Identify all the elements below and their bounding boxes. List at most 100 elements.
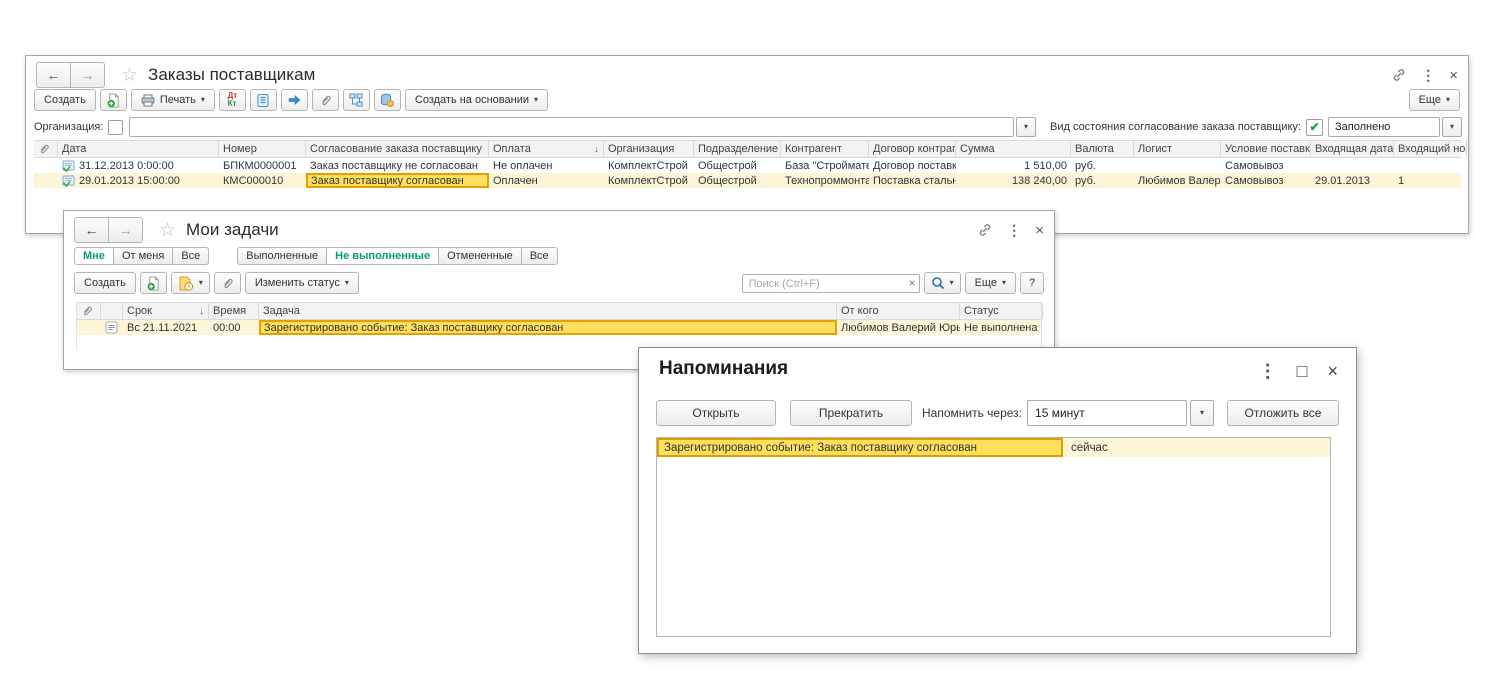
create-button[interactable]: Создать	[74, 272, 136, 294]
division-cell: Общестрой	[694, 173, 781, 188]
copy-button[interactable]	[100, 89, 127, 111]
close-icon[interactable]: ×	[1035, 223, 1044, 238]
column-header-innumber[interactable]: Входящий номер	[1394, 141, 1467, 157]
close-icon[interactable]: ×	[1327, 362, 1338, 380]
close-icon[interactable]: ×	[1449, 68, 1458, 83]
column-header-sum[interactable]: Сумма	[956, 141, 1071, 157]
create-button[interactable]: Создать	[34, 89, 96, 111]
search-input[interactable]	[742, 274, 920, 293]
column-header-due[interactable]: Срок↓	[123, 303, 209, 319]
back-button[interactable]: ←	[74, 217, 109, 243]
back-icon: ←	[85, 222, 99, 238]
open-button[interactable]: Открыть	[656, 400, 776, 426]
more-button[interactable]: Еще ▾	[1409, 89, 1460, 111]
column-header-from[interactable]: От кого	[837, 303, 960, 319]
remind-interval-dropdown-button[interactable]: ▾	[1190, 400, 1214, 426]
dtkt-button[interactable]: ДтКт	[219, 89, 246, 111]
attachment-column-header[interactable]	[77, 303, 101, 319]
approval-state-combo[interactable]: Заполнено	[1328, 117, 1440, 137]
favorite-star-icon[interactable]: ☆	[159, 221, 176, 240]
tab-mine[interactable]: Мне	[74, 247, 114, 265]
date-cell: 31.12.2013 0:00:00	[58, 158, 219, 173]
approval-cell: Заказ поставщику не согласован	[306, 158, 489, 173]
search-box: ×	[742, 274, 920, 293]
forward-icon: →	[81, 67, 95, 83]
help-button[interactable]: ?	[1020, 272, 1044, 294]
paperclip-icon	[38, 143, 50, 155]
favorite-star-icon[interactable]: ☆	[121, 66, 138, 85]
report-list-button[interactable]	[250, 89, 277, 111]
attachments-button[interactable]	[312, 89, 339, 111]
related-documents-button[interactable]	[374, 89, 401, 111]
copy-button[interactable]	[140, 272, 167, 294]
reminder-row[interactable]: Зарегистрировано событие: Заказ поставщи…	[657, 438, 1330, 457]
column-header-status[interactable]: Статус	[960, 303, 1043, 319]
tab-not-completed[interactable]: Не выполненные	[326, 247, 439, 265]
column-header-contractor[interactable]: Контрагент	[781, 141, 869, 157]
table-row-selected[interactable]: 29.01.2013 15:00:00 КМС000010 Заказ пост…	[34, 173, 1461, 188]
column-header-indate[interactable]: Входящая дата	[1311, 141, 1394, 157]
stop-button[interactable]: Прекратить	[790, 400, 912, 426]
link-icon[interactable]	[977, 222, 993, 238]
go-arrow-button[interactable]	[281, 89, 308, 111]
menu-dots-icon[interactable]: ⋮	[1421, 68, 1435, 82]
tab-from-me[interactable]: От меня	[113, 247, 173, 265]
dtkt-icon: ДтКт	[228, 92, 238, 108]
task-row[interactable]: Вс 21.11.2021 00:00 Зарегистрировано соб…	[77, 320, 1041, 335]
clear-search-icon[interactable]: ×	[909, 276, 916, 290]
desktop: ← → ☆ Заказы поставщикам ⋮ × Создать Печ…	[0, 0, 1500, 675]
icon-column-header[interactable]	[101, 303, 123, 319]
tab-all-scope[interactable]: Все	[172, 247, 209, 265]
column-header-approval[interactable]: Согласование заказа поставщику	[306, 141, 489, 157]
back-icon: ←	[47, 67, 61, 83]
more-button[interactable]: Еще ▾	[965, 272, 1016, 294]
forward-button[interactable]: →	[108, 217, 143, 243]
column-header-time[interactable]: Время	[209, 303, 259, 319]
column-header-date[interactable]: Дата	[58, 141, 219, 157]
organization-checkbox[interactable]	[108, 120, 123, 135]
deadline-button[interactable]: ▾	[171, 272, 210, 294]
approval-state-checkbox[interactable]: ✔	[1306, 119, 1323, 136]
column-header-number[interactable]: Номер	[219, 141, 306, 157]
column-header-currency[interactable]: Валюта	[1071, 141, 1134, 157]
tab-all-status[interactable]: Все	[521, 247, 558, 265]
table-row[interactable]: 31.12.2013 0:00:00 БПКМ0000001 Заказ пос…	[34, 158, 1461, 173]
contract-cell: Поставка стальны...	[869, 173, 956, 188]
division-cell: Общестрой	[694, 158, 781, 173]
printer-icon	[141, 94, 155, 107]
approval-state-dropdown-button[interactable]: ▾	[1442, 117, 1462, 137]
column-header-delivery[interactable]: Условие поставки	[1221, 141, 1311, 157]
link-icon[interactable]	[1391, 67, 1407, 83]
search-button[interactable]: ▾	[924, 272, 961, 294]
column-header-payment[interactable]: Оплата↓	[489, 141, 604, 157]
attachment-column-header[interactable]	[34, 141, 58, 157]
structure-button[interactable]	[343, 89, 370, 111]
maximize-icon[interactable]: □	[1297, 362, 1308, 380]
doc-plus-icon	[106, 93, 121, 108]
column-header-contract[interactable]: Договор контраген...	[869, 141, 956, 157]
menu-dots-icon[interactable]: ⋮	[1259, 362, 1277, 380]
logist-cell	[1134, 158, 1221, 173]
attachments-button[interactable]	[214, 272, 241, 294]
column-header-division[interactable]: Подразделение ор...	[694, 141, 781, 157]
organization-dropdown-button[interactable]: ▾	[1016, 117, 1036, 137]
column-header-logist[interactable]: Логист	[1134, 141, 1221, 157]
forward-button[interactable]: →	[70, 62, 105, 88]
change-status-button[interactable]: Изменить статус ▾	[245, 272, 359, 294]
tab-completed[interactable]: Выполненные	[237, 247, 327, 265]
column-header-task[interactable]: Задача	[259, 303, 837, 319]
column-header-org[interactable]: Организация	[604, 141, 694, 157]
postpone-all-button[interactable]: Отложить все	[1227, 400, 1339, 426]
orders-window-title: Заказы поставщикам	[148, 65, 315, 85]
tasks-titlebar: ← → ☆ Мои задачи ⋮ ×	[74, 216, 1044, 244]
print-button[interactable]: Печать ▾	[131, 89, 215, 111]
indate-cell: 29.01.2013	[1311, 173, 1394, 188]
delivery-cell: Самовывоз	[1221, 158, 1311, 173]
remind-interval-combo[interactable]: 15 минут	[1027, 400, 1187, 426]
organization-combo[interactable]	[129, 117, 1014, 137]
create-based-button[interactable]: Создать на основании ▾	[405, 89, 548, 111]
tab-cancelled[interactable]: Отмененные	[438, 247, 522, 265]
back-button[interactable]: ←	[36, 62, 71, 88]
number-cell: БПКМ0000001	[219, 158, 306, 173]
menu-dots-icon[interactable]: ⋮	[1007, 223, 1021, 237]
